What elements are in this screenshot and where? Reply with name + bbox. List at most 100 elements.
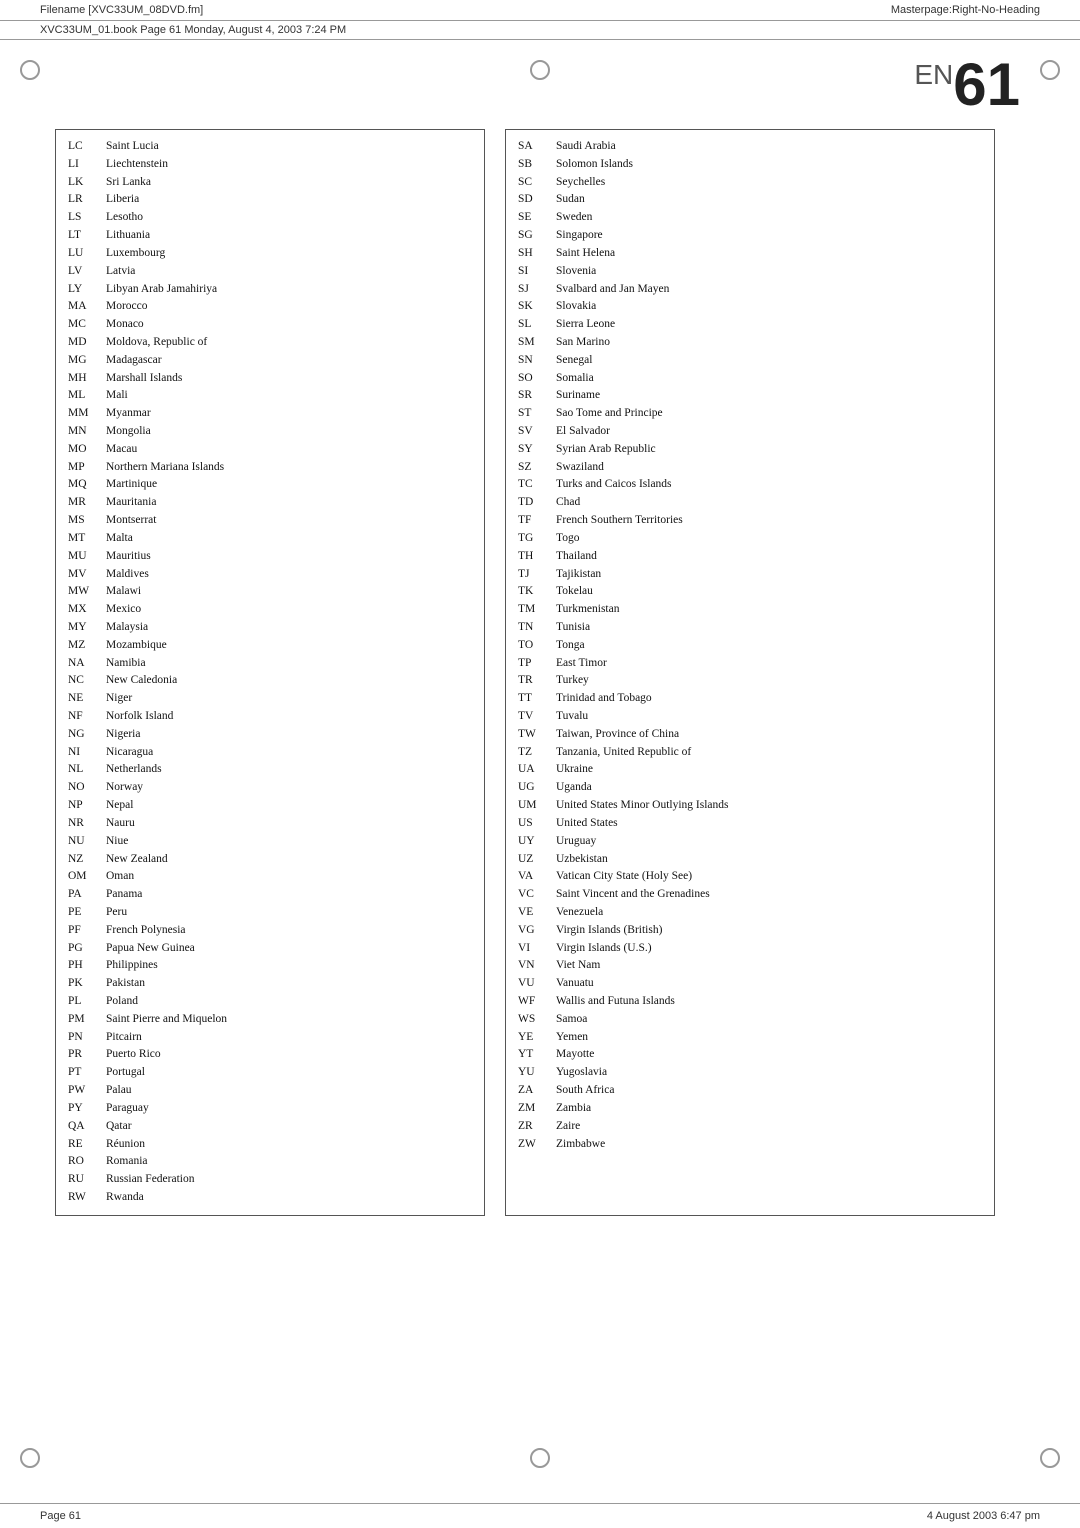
country-name: Moldova, Republic of <box>106 334 472 352</box>
country-name: Zambia <box>556 1100 982 1118</box>
list-item: THThailand <box>518 548 982 566</box>
page: Filename [XVC33UM_08DVD.fm] Masterpage:R… <box>0 0 1080 1528</box>
list-item: NRNauru <box>68 815 472 833</box>
country-name: Slovenia <box>556 263 982 281</box>
country-name: El Salvador <box>556 423 982 441</box>
country-code: WS <box>518 1011 556 1029</box>
country-code: ML <box>68 387 106 405</box>
corner-bm <box>530 1448 550 1468</box>
country-name: Somalia <box>556 370 982 388</box>
list-item: PTPortugal <box>68 1064 472 1082</box>
list-item: LTLithuania <box>68 227 472 245</box>
country-code: VU <box>518 975 556 993</box>
country-code: ZR <box>518 1118 556 1136</box>
list-item: PEPeru <box>68 904 472 922</box>
country-code: MR <box>68 494 106 512</box>
country-name: Wallis and Futuna Islands <box>556 993 982 1011</box>
country-code: SB <box>518 156 556 174</box>
country-name: Mauritania <box>106 494 472 512</box>
country-name: Zaire <box>556 1118 982 1136</box>
country-code: TJ <box>518 566 556 584</box>
list-item: SNSenegal <box>518 352 982 370</box>
list-item: STSao Tome and Principe <box>518 405 982 423</box>
country-code: NF <box>68 708 106 726</box>
country-name: Luxembourg <box>106 245 472 263</box>
country-name: Trinidad and Tobago <box>556 690 982 708</box>
country-name: French Polynesia <box>106 922 472 940</box>
country-name: Zimbabwe <box>556 1136 982 1154</box>
country-code: RW <box>68 1189 106 1207</box>
country-name: Montserrat <box>106 512 472 530</box>
list-item: SLSierra Leone <box>518 316 982 334</box>
list-item: SCSeychelles <box>518 174 982 192</box>
list-item: TVTuvalu <box>518 708 982 726</box>
list-item: SASaudi Arabia <box>518 138 982 156</box>
country-code: MQ <box>68 476 106 494</box>
list-item: TRTurkey <box>518 672 982 690</box>
list-item: MUMauritius <box>68 548 472 566</box>
country-name: Senegal <box>556 352 982 370</box>
country-name: Marshall Islands <box>106 370 472 388</box>
list-item: LULuxembourg <box>68 245 472 263</box>
country-name: Paraguay <box>106 1100 472 1118</box>
list-item: USUnited States <box>518 815 982 833</box>
country-name: Saint Vincent and the Grenadines <box>556 886 982 904</box>
country-code: PY <box>68 1100 106 1118</box>
list-item: UAUkraine <box>518 761 982 779</box>
list-item: SYSyrian Arab Republic <box>518 441 982 459</box>
country-name: Turkey <box>556 672 982 690</box>
country-code: TO <box>518 637 556 655</box>
country-code: PM <box>68 1011 106 1029</box>
country-name: Uganda <box>556 779 982 797</box>
country-code: SE <box>518 209 556 227</box>
country-code: MV <box>68 566 106 584</box>
country-code: PH <box>68 957 106 975</box>
country-code: NU <box>68 833 106 851</box>
country-name: Peru <box>106 904 472 922</box>
country-name: Singapore <box>556 227 982 245</box>
country-name: Mexico <box>106 601 472 619</box>
country-name: Thailand <box>556 548 982 566</box>
country-code: YT <box>518 1046 556 1064</box>
country-code: SR <box>518 387 556 405</box>
country-code: UG <box>518 779 556 797</box>
country-code: SH <box>518 245 556 263</box>
country-name: Nicaragua <box>106 744 472 762</box>
country-code: MO <box>68 441 106 459</box>
country-name: Libyan Arab Jamahiriya <box>106 281 472 299</box>
list-item: UMUnited States Minor Outlying Islands <box>518 797 982 815</box>
list-item: SZSwaziland <box>518 459 982 477</box>
list-item: LILiechtenstein <box>68 156 472 174</box>
country-name: Tunisia <box>556 619 982 637</box>
list-item: MAMorocco <box>68 298 472 316</box>
country-code: VA <box>518 868 556 886</box>
country-code: MY <box>68 619 106 637</box>
page-number: 61 <box>953 51 1020 118</box>
country-name: Norway <box>106 779 472 797</box>
list-item: MHMarshall Islands <box>68 370 472 388</box>
list-item: PRPuerto Rico <box>68 1046 472 1064</box>
list-item: YTMayotte <box>518 1046 982 1064</box>
country-code: SI <box>518 263 556 281</box>
country-code: VE <box>518 904 556 922</box>
list-item: VEVenezuela <box>518 904 982 922</box>
list-item: UGUganda <box>518 779 982 797</box>
country-name: Tonga <box>556 637 982 655</box>
country-code: TG <box>518 530 556 548</box>
country-code: MU <box>68 548 106 566</box>
country-name: Romania <box>106 1153 472 1171</box>
country-code: LU <box>68 245 106 263</box>
list-item: ZMZambia <box>518 1100 982 1118</box>
country-code: TP <box>518 655 556 673</box>
list-item: MLMali <box>68 387 472 405</box>
list-item: ZWZimbabwe <box>518 1136 982 1154</box>
country-name: Niue <box>106 833 472 851</box>
list-item: LYLibyan Arab Jamahiriya <box>68 281 472 299</box>
country-code: NZ <box>68 851 106 869</box>
country-name: Lesotho <box>106 209 472 227</box>
country-code: LC <box>68 138 106 156</box>
country-code: PW <box>68 1082 106 1100</box>
list-item: PHPhilippines <box>68 957 472 975</box>
list-item: RWRwanda <box>68 1189 472 1207</box>
country-code: SK <box>518 298 556 316</box>
